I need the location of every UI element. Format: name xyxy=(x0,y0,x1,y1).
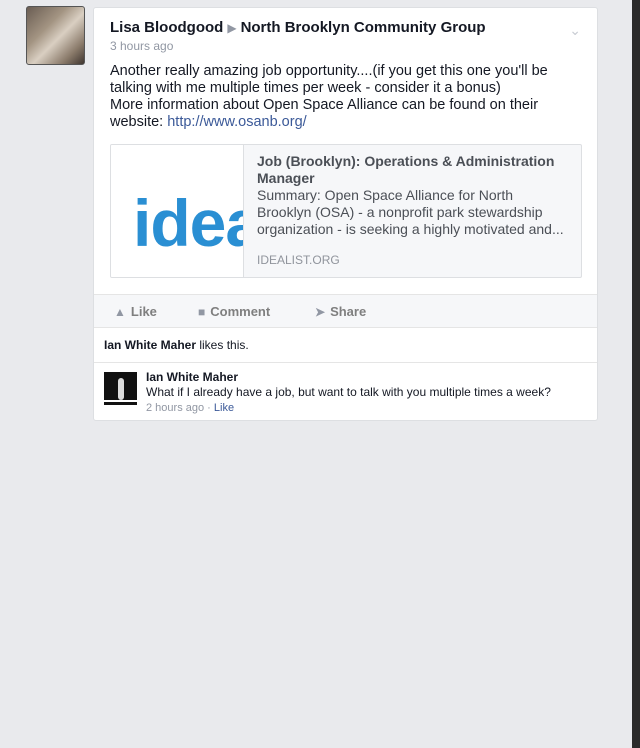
group-name[interactable]: North Brooklyn Community Group xyxy=(241,19,486,36)
author-name[interactable]: Lisa Bloodgood xyxy=(110,19,223,36)
link-body: Job (Brooklyn): Operations & Administrat… xyxy=(257,153,571,238)
thumbs-up-icon: ▲ xyxy=(114,305,126,319)
author-avatar[interactable] xyxy=(26,6,85,65)
post-link[interactable]: http://www.osanb.org/ xyxy=(167,114,306,130)
liker-name[interactable]: Ian White Maher xyxy=(104,338,196,352)
likes-summary: Ian White Maher likes this. xyxy=(104,338,249,352)
window-edge xyxy=(632,0,640,748)
link-domain: IDEALIST.ORG xyxy=(257,253,340,267)
chevron-down-icon[interactable]: ⌄ xyxy=(569,22,581,39)
comment-dot: · xyxy=(204,402,214,414)
divider xyxy=(94,362,597,363)
like-label: Like xyxy=(130,304,157,319)
post-body: Another really amazing job opportunity..… xyxy=(110,63,580,131)
likes-suffix: likes this. xyxy=(196,338,249,352)
link-thumbnail[interactable]: idea xyxy=(111,145,244,277)
post-text-line-2: More information about Open Space Allian… xyxy=(110,97,580,131)
comment-label: Comment xyxy=(210,304,271,319)
comment-time[interactable]: 2 hours ago xyxy=(146,402,204,414)
comment: Ian White Maher What if I already have a… xyxy=(146,370,586,414)
share-label: Share xyxy=(330,304,367,319)
link-preview[interactable]: idea Job (Brooklyn): Operations & Admini… xyxy=(110,144,582,278)
avatar-stripe xyxy=(104,400,137,402)
author-line: Lisa Bloodgood ▶ North Brooklyn Community … xyxy=(110,19,567,36)
post-card: Lisa Bloodgood ▶ North Brooklyn Community … xyxy=(93,7,598,421)
avatar-figure xyxy=(118,378,124,400)
post-timestamp[interactable]: 3 hours ago xyxy=(110,39,567,53)
commenter-avatar[interactable] xyxy=(104,372,137,405)
link-title[interactable]: Job (Brooklyn): Operations & Administrat… xyxy=(257,153,571,187)
comment-text: What if I already have a job, but want t… xyxy=(146,385,551,399)
share-arrow-icon: ➤ xyxy=(315,305,326,319)
like-button[interactable]: ▲ Like xyxy=(114,304,157,319)
comment-author[interactable]: Ian White Maher xyxy=(146,370,586,384)
arrow-right-icon: ▶ xyxy=(227,21,237,35)
comment-meta: 2 hours ago · Like xyxy=(146,402,586,414)
post-text-line-1: Another really amazing job opportunity..… xyxy=(110,63,548,96)
speech-bubble-icon: ■ xyxy=(198,305,206,319)
idealist-logo: idea xyxy=(133,186,243,260)
share-button[interactable]: ➤ Share xyxy=(315,304,366,319)
action-bar: ▲ Like ■ Comment ➤ Share xyxy=(94,294,597,328)
link-summary: Summary: Open Space Alliance for North B… xyxy=(257,187,564,237)
comment-like-link[interactable]: Like xyxy=(214,402,234,414)
post-header: Lisa Bloodgood ▶ North Brooklyn Community … xyxy=(110,19,567,53)
comment-button[interactable]: ■ Comment xyxy=(198,304,270,319)
